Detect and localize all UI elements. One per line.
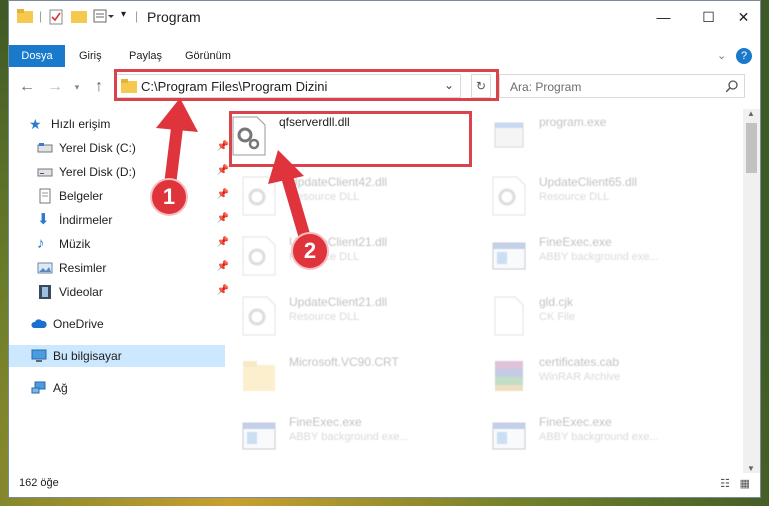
annotation-arrows [156, 98, 311, 244]
step-1-badge: 1 [150, 178, 188, 216]
step-2-badge: 2 [291, 232, 329, 270]
